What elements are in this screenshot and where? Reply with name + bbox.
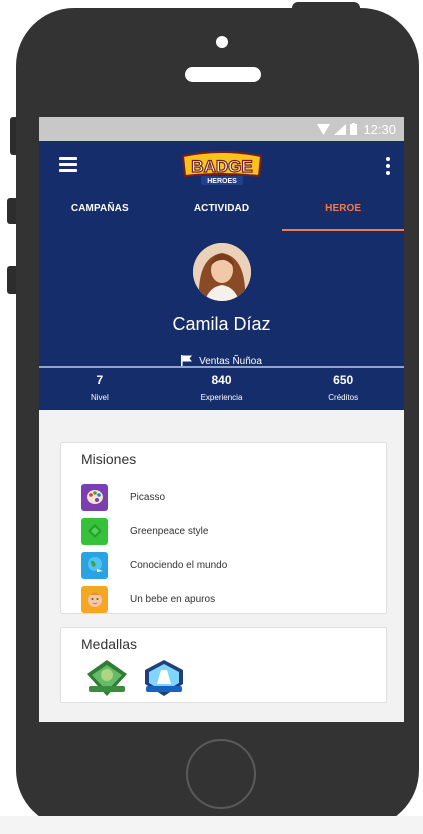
phone-camera	[216, 36, 228, 48]
mission-item-picasso[interactable]: Picasso	[81, 480, 227, 514]
svg-text:BADGE: BADGE	[191, 157, 252, 176]
stat-credits-value: 650	[333, 373, 354, 387]
status-time: 12:30	[363, 121, 396, 137]
stat-experience: 840 Experiencia	[161, 373, 283, 402]
mission-item-conociendo-el-mundo[interactable]: Conociendo el mundo	[81, 548, 227, 582]
phone-screen: 12:30 BADGE HEROES CAMPAÑAS ACTIVIDAD HE…	[39, 117, 404, 722]
stat-level-label: Nivel	[90, 393, 109, 402]
badge-heroes-logo: BADGE HEROES	[181, 151, 263, 185]
baby-icon	[81, 585, 108, 613]
missions-card: Misiones Picasso Greenpeace style Conoci…	[60, 442, 387, 614]
stat-experience-value: 840	[211, 373, 232, 387]
toolbar: BADGE HEROES	[39, 141, 404, 193]
battery-icon	[350, 123, 358, 135]
tab-heroe[interactable]: HEROE	[282, 193, 404, 231]
green-medal-icon[interactable]	[83, 658, 131, 698]
page-background	[0, 816, 423, 834]
blue-medal-icon[interactable]	[141, 658, 187, 698]
mission-label: Conociendo el mundo	[130, 559, 228, 571]
stat-credits: 650 Créditos	[282, 373, 404, 402]
mission-item-un-bebe-en-apuros[interactable]: Un bebe en apuros	[81, 582, 227, 616]
mission-label: Picasso	[130, 491, 166, 503]
missions-list: Picasso Greenpeace style Conociendo el m…	[81, 480, 227, 616]
phone-speaker	[185, 67, 261, 82]
phone-home-button[interactable]	[186, 739, 256, 809]
mission-label: Greenpeace style	[130, 525, 209, 537]
tab-actividad[interactable]: ACTIVIDAD	[161, 193, 283, 231]
mission-item-greenpeace[interactable]: Greenpeace style	[81, 514, 227, 548]
menu-icon[interactable]	[59, 157, 77, 173]
stat-credits-label: Créditos	[328, 393, 359, 402]
medals-list	[83, 658, 187, 698]
svg-text:HEROES: HEROES	[207, 178, 237, 185]
medals-card: Medallas	[60, 627, 387, 703]
profile-name: Camila Díaz	[172, 314, 271, 334]
wifi-icon	[317, 123, 331, 135]
tab-bar: CAMPAÑAS ACTIVIDAD HEROE	[39, 193, 404, 231]
mission-label: Un bebe en apuros	[130, 593, 216, 605]
stat-experience-label: Experiencia	[200, 393, 243, 402]
medals-title: Medallas	[81, 636, 138, 652]
missions-title: Misiones	[81, 451, 137, 467]
profile-section: Camila Díaz Ventas Ñuñoa	[39, 231, 404, 367]
tab-campanas[interactable]: CAMPAÑAS	[39, 193, 161, 231]
globe-icon	[81, 551, 108, 579]
stat-level: 7 Nivel	[39, 373, 161, 402]
signal-icon	[334, 123, 347, 135]
palette-icon	[81, 483, 108, 511]
stat-level-value: 7	[96, 373, 104, 387]
app-header: BADGE HEROES CAMPAÑAS ACTIVIDAD HEROE Ca…	[39, 141, 404, 410]
more-options-icon[interactable]	[386, 157, 390, 175]
avatar	[192, 243, 251, 301]
status-bar: 12:30	[39, 117, 404, 141]
stats-row: 7 Nivel 840 Experiencia 650 Créditos	[39, 373, 404, 402]
header-divider	[39, 366, 404, 368]
leaf-icon	[81, 517, 108, 545]
profile-location-label: Ventas Ñuñoa	[199, 355, 262, 367]
